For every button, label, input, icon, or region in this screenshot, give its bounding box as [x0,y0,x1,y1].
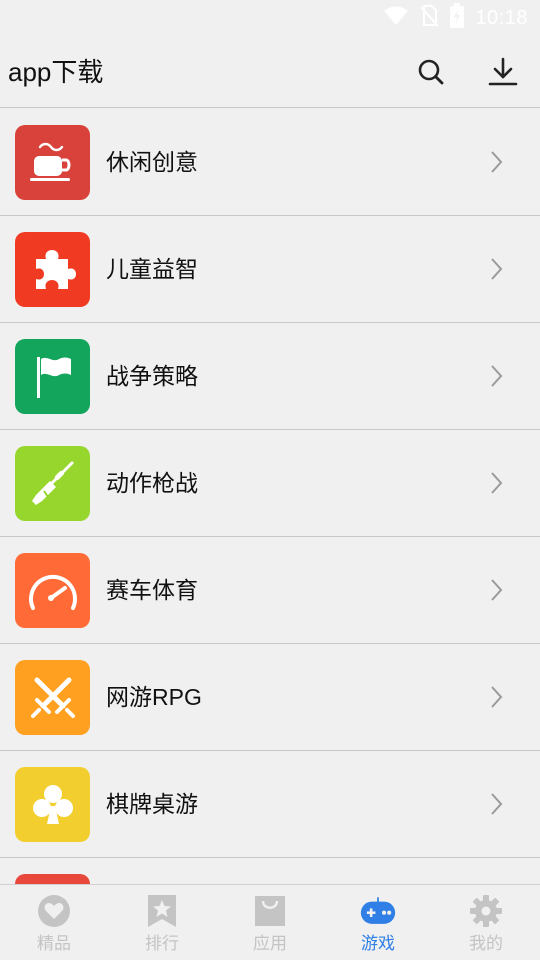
chevron-right-icon [491,365,503,387]
chevron-right-icon [491,472,503,494]
category-item-casual[interactable]: 休闲创意 [0,109,540,216]
category-label: 动作枪战 [106,470,198,496]
category-label: 战争策略 [106,363,198,389]
battery-charging-icon [449,3,465,33]
speedometer-icon [15,553,90,628]
tab-label: 精品 [37,934,71,953]
category-item-shooter[interactable]: 动作枪战 [0,430,540,537]
category-label: 棋牌桌游 [106,791,198,817]
club-icon [15,767,90,842]
tab-label: 游戏 [361,934,395,953]
search-icon [418,59,444,85]
crossed-swords-icon [15,660,90,735]
app-header: app下载 [0,36,540,108]
puzzle-icon [15,232,90,307]
category-label: 儿童益智 [106,256,198,282]
chevron-right-icon [491,579,503,601]
category-item-board[interactable]: 棋牌桌游 [0,751,540,858]
wifi-icon [383,6,409,30]
category-item-partial[interactable] [0,858,540,884]
status-icons: 10:18 [383,3,528,33]
category-item-rpg[interactable]: 网游RPG [0,644,540,751]
tab-apps[interactable]: 应用 [216,885,324,960]
gear-icon [468,893,504,929]
tab-label: 应用 [253,934,287,953]
category-icon-partial [15,874,90,884]
tab-featured[interactable]: 精品 [0,885,108,960]
category-label: 网游RPG [106,684,202,710]
download-icon [488,57,518,86]
tab-mine[interactable]: 我的 [432,885,540,960]
page-title: app下载 [8,57,104,87]
coffee-cup-icon [15,125,90,200]
rifle-icon [15,446,90,521]
ranking-star-icon [144,893,180,929]
chevron-right-icon [491,793,503,815]
status-time: 10:18 [475,6,528,29]
download-button[interactable] [481,50,525,94]
chevron-right-icon [491,151,503,173]
tab-label: 我的 [469,934,503,953]
category-label: 赛车体育 [106,577,198,603]
tab-ranking[interactable]: 排行 [108,885,216,960]
chevron-right-icon [491,258,503,280]
gamepad-icon [360,893,396,929]
bottom-nav: 精品 排行 应用 游戏 我的 [0,884,540,960]
tab-label: 排行 [145,934,179,953]
category-list: 休闲创意 儿童益智 战争策略 动作枪战 赛车体育 网游RPG 棋牌桌游 [0,109,540,884]
status-bar: 10:18 [0,0,540,36]
search-button[interactable] [409,50,453,94]
category-label: 休闲创意 [106,149,198,175]
flag-icon [15,339,90,414]
tab-games[interactable]: 游戏 [324,885,432,960]
heart-icon [36,893,72,929]
shopping-bag-icon [252,893,288,929]
no-sim-icon [419,4,440,32]
category-item-kids[interactable]: 儿童益智 [0,216,540,323]
chevron-right-icon [491,686,503,708]
category-item-racing[interactable]: 赛车体育 [0,537,540,644]
category-item-strategy[interactable]: 战争策略 [0,323,540,430]
